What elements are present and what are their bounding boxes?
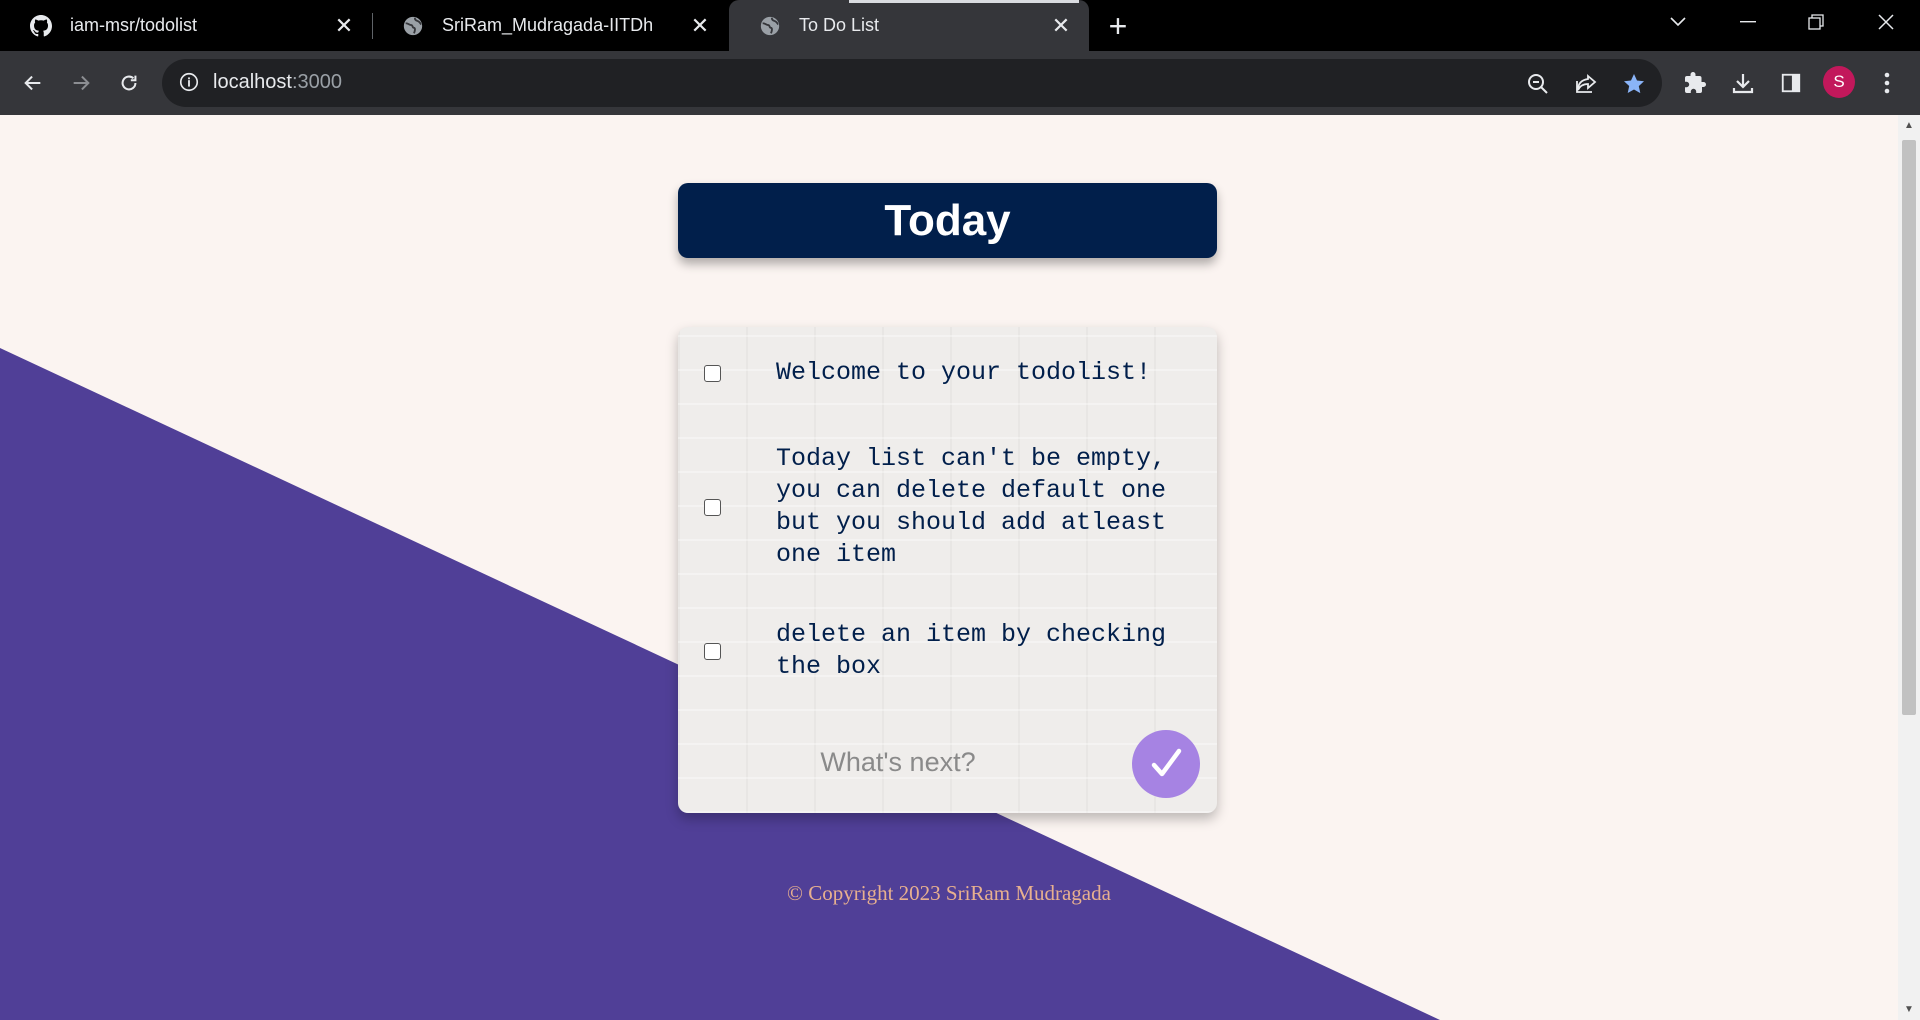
close-tab-icon[interactable]: ✕ [686,12,714,40]
list-item: delete an item by checking the box [678,619,1217,683]
site-info-icon[interactable] [178,71,202,95]
list-item: Today list can't be empty, you can delet… [678,443,1217,571]
list-item: Welcome to your todolist! [678,347,1217,399]
back-button[interactable] [15,65,51,101]
restore-icon[interactable] [1782,0,1850,44]
share-icon[interactable] [1573,71,1599,97]
scroll-down-icon[interactable]: ▼ [1903,1003,1915,1015]
tab-title: SriRam_Mudragada-IITDh [442,15,654,35]
tab-iam-msr-todolist[interactable]: iam-msr/todolist ✕ [0,0,372,51]
item-text: Welcome to your todolist! [776,358,1152,387]
minimize-icon[interactable] [1714,0,1782,44]
footer-copyright: © Copyright 2023 SriRam Mudragada [787,881,1111,905]
checkmark-icon [1151,748,1182,777]
todo-card: Welcome to your todolist! Today list can… [678,327,1217,813]
tab-title: iam-msr/todolist [70,15,198,35]
address-bar[interactable]: localhost:3000 [162,59,1662,107]
page-viewport: Today Welcome to your todolist! Today li… [0,115,1898,1020]
close-window-icon[interactable] [1852,0,1920,44]
url-text: localhost:3000 [213,71,342,94]
forward-button[interactable] [63,65,99,101]
page-scrollbar[interactable]: ▲ ▼ [1898,115,1920,1020]
item-checkbox[interactable] [704,364,721,382]
globe-icon [402,15,424,37]
new-item-input[interactable] [738,740,1058,784]
item-text: Today list can't be empty, you can delet… [776,444,1167,569]
zoom-icon[interactable] [1525,71,1551,97]
item-checkbox[interactable] [704,642,721,660]
github-icon [30,14,52,37]
tab-sriram-mudragada[interactable]: SriRam_Mudragada-IITDh ✕ [372,0,728,51]
reload-button[interactable] [111,65,147,101]
url-host: localhost [213,71,292,93]
browser-toolbar: localhost:3000 S [0,51,1920,115]
new-tab-button[interactable]: + [1100,8,1136,44]
side-panel-icon[interactable] [1773,65,1809,101]
extensions-icon[interactable] [1677,65,1713,101]
tab-to-do-list[interactable]: To Do List ✕ [729,0,1089,51]
page-title: Today [884,195,1011,245]
item-checkbox[interactable] [704,498,721,516]
globe-icon [759,15,781,37]
close-tab-icon[interactable]: ✕ [330,12,358,40]
profile-avatar[interactable]: S [1823,66,1855,98]
tab-search-icon[interactable] [1644,0,1712,44]
scrollbar-thumb[interactable] [1902,140,1916,715]
bookmark-star-icon[interactable] [1621,71,1647,97]
new-item-form [678,727,1217,798]
tab-loading-bar [849,0,1079,3]
download-icon[interactable] [1725,65,1761,101]
add-item-button[interactable] [1132,730,1200,798]
url-port: :3000 [291,71,342,93]
tab-title: To Do List [799,15,880,35]
heading-box: Today [678,183,1217,258]
menu-kebab-icon[interactable] [1869,65,1905,101]
close-tab-icon[interactable]: ✕ [1047,12,1075,40]
tab-strip: iam-msr/todolist ✕ SriRam_Mudragada-IITD… [0,0,1920,51]
scroll-up-icon[interactable]: ▲ [1903,119,1915,131]
item-text: delete an item by checking the box [776,620,1167,681]
